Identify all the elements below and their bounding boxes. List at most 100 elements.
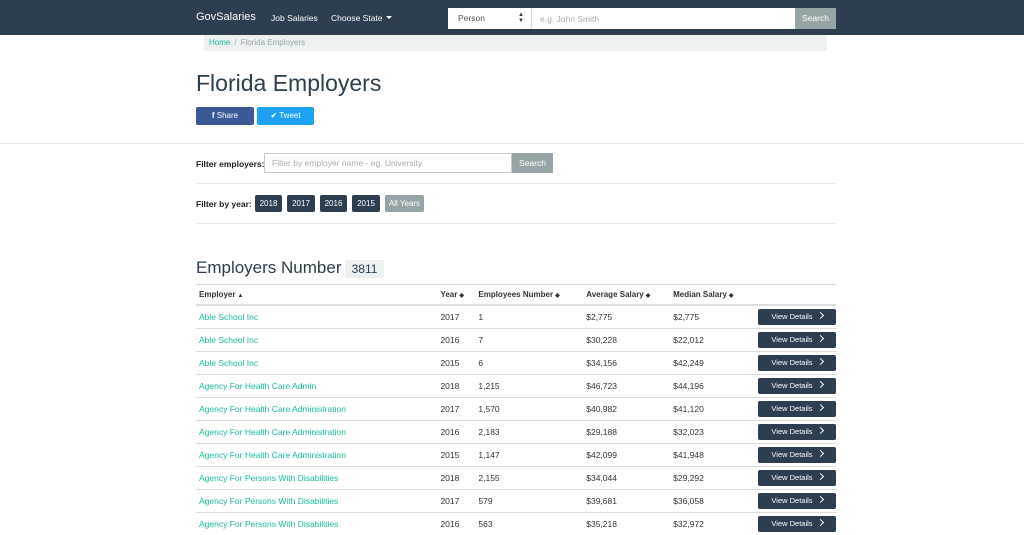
year-button-2015[interactable]: 2015 (352, 195, 380, 212)
table-row: Able School Inc 20156$34,156$42,249View D… (196, 352, 836, 375)
chevron-right-icon (817, 381, 824, 388)
employer-link[interactable]: Agency For Persons With Disabilities (199, 496, 338, 506)
row-employees: 6 (475, 352, 583, 375)
view-details-button[interactable]: View Details (758, 493, 836, 509)
row-employees: 1,147 (475, 444, 583, 467)
search-type-select[interactable]: Person ▲▼ (448, 8, 532, 29)
table-header-row: Employer▲ Year◆ Employees Number◆ Averag… (196, 285, 836, 306)
breadcrumb-home[interactable]: Home (209, 38, 230, 47)
filter-employers-label: Filter employers: (196, 159, 265, 169)
sort-icon: ◆ (729, 293, 734, 299)
col-year-label: Year (440, 290, 457, 299)
row-employees: 1,570 (475, 398, 583, 421)
col-median-salary[interactable]: Median Salary◆ (670, 285, 755, 306)
top-navbar: GovSalaries Job Salaries Choose State Pe… (0, 0, 1024, 35)
row-year: 2015 (437, 352, 475, 375)
employer-filter-input[interactable] (264, 153, 512, 173)
row-median-salary: $2,775 (670, 305, 755, 329)
year-button-2018[interactable]: 2018 (255, 195, 282, 212)
chevron-right-icon (817, 335, 824, 342)
row-year: 2015 (437, 444, 475, 467)
view-details-button[interactable]: View Details (758, 378, 836, 394)
employer-link[interactable]: Agency For Persons With Disabilities (199, 473, 338, 483)
year-button-2016[interactable]: 2016 (320, 195, 347, 212)
employers-number-title: Employers Number (196, 258, 342, 278)
employer-link[interactable]: Able School Inc (199, 312, 258, 322)
row-employees: 1,215 (475, 375, 583, 398)
chevron-right-icon (817, 404, 824, 411)
chevron-right-icon (817, 473, 824, 480)
row-employees: 1 (475, 305, 583, 329)
col-average-salary[interactable]: Average Salary◆ (583, 285, 670, 306)
header-search-input[interactable] (532, 8, 795, 29)
employer-link[interactable]: Agency For Health Care Administration (199, 404, 346, 414)
view-details-button[interactable]: View Details (758, 332, 836, 348)
year-button-all[interactable]: All Years (385, 195, 424, 212)
actions-cell: View Details (755, 329, 836, 352)
row-year: 2017 (437, 490, 475, 513)
view-details-button[interactable]: View Details (758, 355, 836, 371)
row-median-salary: $41,120 (670, 398, 755, 421)
row-average-salary: $34,156 (583, 352, 670, 375)
table-row: Able School Inc20171$2,775$2,775View Det… (196, 305, 836, 329)
col-employees-label: Employees Number (478, 290, 553, 299)
col-employer[interactable]: Employer▲ (196, 285, 437, 306)
row-median-salary: $42,249 (670, 352, 755, 375)
share-label: Share (217, 111, 238, 120)
view-details-label: View Details (771, 427, 812, 436)
view-details-button[interactable]: View Details (758, 309, 836, 325)
employer-cell: Agency For Persons With Disabilities (196, 467, 437, 490)
divider (196, 183, 836, 184)
employer-link[interactable]: Agency For Health Care Administration (199, 427, 346, 437)
employer-cell: Agency For Persons With Disabilities (196, 513, 437, 535)
employer-cell: Able School Inc (196, 352, 437, 375)
view-details-label: View Details (771, 496, 812, 505)
row-median-salary: $41,948 (670, 444, 755, 467)
row-year: 2016 (437, 513, 475, 535)
employer-link[interactable]: Agency For Health Care Admin (199, 381, 316, 391)
employer-cell: Agency For Persons With Disabilities (196, 490, 437, 513)
employer-cell: Agency For Health Care Administration (196, 421, 437, 444)
search-type-value: Person (458, 13, 485, 23)
row-median-salary: $36,058 (670, 490, 755, 513)
employer-link[interactable]: Agency For Health Care Administration (199, 450, 346, 460)
view-details-button[interactable]: View Details (758, 470, 836, 486)
brand-logo[interactable]: GovSalaries (196, 11, 256, 23)
row-median-salary: $32,972 (670, 513, 755, 535)
view-details-button[interactable]: View Details (758, 516, 836, 532)
tweet-button[interactable]: ✔ Tweet (257, 107, 314, 125)
col-employees-number[interactable]: Employees Number◆ (475, 285, 583, 306)
view-details-button[interactable]: View Details (758, 424, 836, 440)
year-button-2017[interactable]: 2017 (287, 195, 315, 212)
employer-link[interactable]: Able School Inc (199, 335, 258, 345)
nav-choose-state[interactable]: Choose State (331, 13, 392, 23)
actions-cell: View Details (755, 305, 836, 329)
employer-link[interactable]: Able School Inc (199, 358, 258, 368)
table-row: Agency For Persons With Disabilities2018… (196, 467, 836, 490)
actions-cell: View Details (755, 375, 836, 398)
nav-choose-state-label: Choose State (331, 13, 383, 23)
filter-search-button[interactable]: Search (512, 153, 553, 173)
header-search-button[interactable]: Search (795, 8, 836, 29)
twitter-icon: ✔ (270, 111, 277, 120)
view-details-button[interactable]: View Details (758, 447, 836, 463)
row-median-salary: $32,023 (670, 421, 755, 444)
sort-arrows-icon: ▲▼ (518, 12, 524, 24)
facebook-share-button[interactable]: f Share (196, 107, 254, 125)
row-year: 2016 (437, 329, 475, 352)
actions-cell: View Details (755, 490, 836, 513)
sort-icon: ◆ (646, 293, 651, 299)
actions-cell: View Details (755, 421, 836, 444)
tweet-label: Tweet (279, 111, 300, 120)
row-year: 2018 (437, 375, 475, 398)
table-row: Agency For Health Care Administration 201… (196, 421, 836, 444)
nav-job-salaries[interactable]: Job Salaries (271, 13, 318, 23)
view-details-button[interactable]: View Details (758, 401, 836, 417)
row-average-salary: $40,982 (583, 398, 670, 421)
breadcrumb: Home/Florida Employers (204, 35, 827, 51)
row-year: 2016 (437, 421, 475, 444)
col-year[interactable]: Year◆ (437, 285, 475, 306)
row-employees: 2,183 (475, 421, 583, 444)
view-details-label: View Details (771, 335, 812, 344)
employer-cell: Able School Inc (196, 329, 437, 352)
